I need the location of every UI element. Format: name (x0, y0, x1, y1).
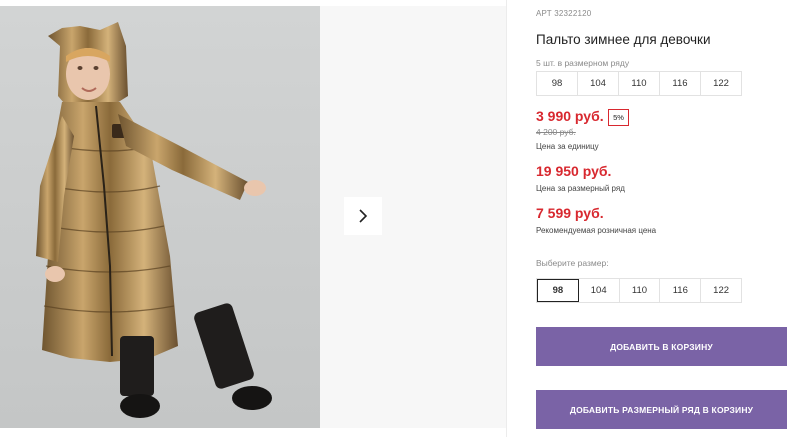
size-option-116[interactable]: 116 (660, 279, 702, 302)
panel-divider (506, 0, 507, 437)
unit-price: 3 990 руб. (536, 108, 604, 124)
row-price: 19 950 руб. (536, 163, 612, 179)
add-size-row-to-cart-button[interactable]: ДОБАВИТЬ РАЗМЕРНЫЙ РЯД В КОРЗИНУ (536, 390, 787, 429)
size-option-122[interactable]: 122 (701, 279, 741, 302)
article-number: АРТ 32322120 (536, 9, 592, 18)
size-row-item: 98 (537, 72, 578, 95)
size-row-item: 110 (619, 72, 660, 95)
add-to-cart-button[interactable]: ДОБАВИТЬ В КОРЗИНУ (536, 327, 787, 366)
old-price: 4 200 руб. (536, 127, 576, 137)
size-row-item: 122 (713, 78, 729, 89)
chevron-right-icon (359, 209, 368, 223)
girl-in-gold-coat-image (36, 22, 272, 418)
product-title: Пальто зимнее для девочки (536, 32, 711, 47)
size-option-104[interactable]: 104 (579, 279, 620, 302)
size-row-hint: 5 шт. в размерном ряду (536, 58, 630, 68)
row-price-label: Цена за размерный ряд (536, 184, 625, 193)
size-option-110[interactable]: 110 (620, 279, 661, 302)
size-select-label: Выберите размер: (536, 258, 609, 268)
product-photo[interactable] (0, 6, 320, 428)
discount-badge: 5% (608, 109, 629, 126)
size-row-item: 116 (660, 72, 701, 95)
size-option-98[interactable]: 98 (537, 279, 579, 302)
gallery-next-button[interactable] (344, 197, 382, 235)
size-selector: 98 104 110 116 122 (536, 278, 742, 303)
product-gallery (0, 0, 506, 437)
unit-price-label: Цена за единицу (536, 142, 599, 151)
size-row-list: 98 104 110 116 122 (536, 71, 742, 96)
retail-price: 7 599 руб. (536, 205, 604, 221)
size-row-item: 104 (578, 72, 619, 95)
retail-price-label: Рекомендуемая розничная цена (536, 226, 657, 235)
